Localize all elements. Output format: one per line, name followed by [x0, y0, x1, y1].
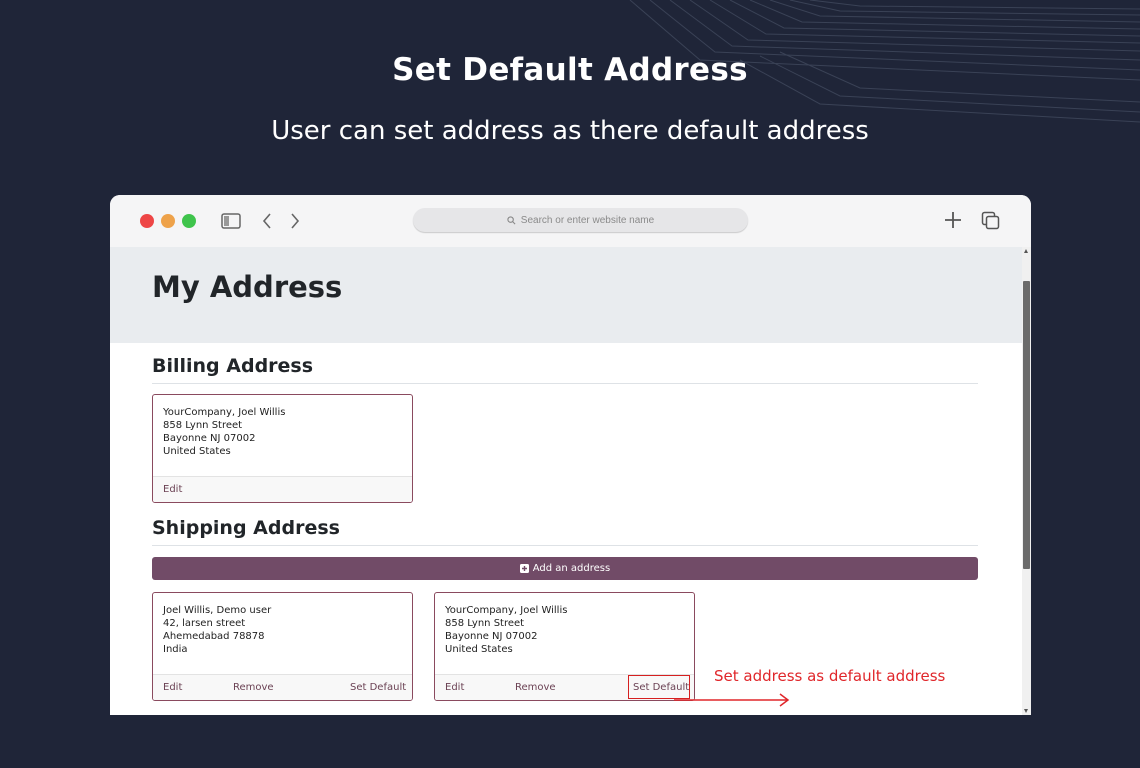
edit-link[interactable]: Edit — [163, 682, 182, 693]
scroll-down-arrow-icon[interactable] — [1024, 709, 1028, 713]
edit-link[interactable]: Edit — [445, 682, 464, 693]
vertical-scrollbar[interactable] — [1022, 247, 1031, 715]
address-line: Bayonne NJ 07002 — [163, 433, 256, 444]
scrollbar-thumb[interactable] — [1023, 281, 1030, 569]
maximize-window-button[interactable] — [182, 214, 196, 228]
card-footer: Edit — [153, 476, 412, 502]
add-address-label: Add an address — [532, 563, 611, 574]
plus-square-icon — [519, 564, 529, 573]
address-line: Joel Willis, Demo user — [163, 605, 272, 616]
sidebar-icon[interactable] — [221, 213, 241, 233]
address-lines: YourCompany, Joel Willis 858 Lynn Street… — [445, 604, 567, 656]
card-footer: Edit Remove Set Default — [153, 674, 412, 700]
search-icon — [507, 215, 516, 225]
remove-link[interactable]: Remove — [515, 682, 556, 693]
annotation-arrow-icon — [674, 693, 790, 707]
shipping-divider — [152, 545, 978, 546]
address-line: Bayonne NJ 07002 — [445, 631, 538, 642]
new-tab-plus-icon[interactable] — [944, 211, 962, 233]
forward-chevron-icon[interactable] — [289, 212, 301, 234]
billing-heading: Billing Address — [152, 355, 314, 377]
address-lines: Joel Willis, Demo user 42, larsen street… — [163, 604, 271, 656]
remove-link[interactable]: Remove — [233, 682, 274, 693]
tabs-overview-icon[interactable] — [981, 211, 1000, 234]
url-search-placeholder: Search or enter website name — [520, 214, 655, 226]
shipping-heading: Shipping Address — [152, 517, 340, 539]
address-line: India — [163, 644, 188, 655]
browser-window: Search or enter website name My Address … — [110, 195, 1031, 715]
annotation-text: Set address as default address — [714, 667, 946, 685]
address-line: 42, larsen street — [163, 618, 246, 629]
address-line: Ahemedabad 78878 — [163, 631, 265, 642]
hero-title: Set Default Address — [392, 52, 748, 88]
address-line: 858 Lynn Street — [445, 618, 525, 629]
billing-address-card: YourCompany, Joel Willis 858 Lynn Street… — [152, 394, 413, 503]
billing-divider — [152, 383, 978, 384]
shipping-address-card: Joel Willis, Demo user 42, larsen street… — [152, 592, 413, 701]
browser-toolbar: Search or enter website name — [110, 195, 1031, 247]
url-search-bar[interactable]: Search or enter website name — [413, 208, 748, 232]
add-address-button[interactable]: Add an address — [152, 557, 978, 580]
scroll-up-arrow-icon[interactable] — [1024, 249, 1028, 253]
address-line: United States — [445, 644, 513, 655]
edit-link[interactable]: Edit — [163, 484, 182, 495]
close-window-button[interactable] — [140, 214, 154, 228]
address-line: YourCompany, Joel Willis — [163, 407, 286, 418]
address-line: 858 Lynn Street — [163, 420, 243, 431]
address-line: YourCompany, Joel Willis — [445, 605, 568, 616]
set-default-link[interactable]: Set Default — [350, 682, 406, 693]
minimize-window-button[interactable] — [161, 214, 175, 228]
address-line: United States — [163, 446, 231, 457]
hero-subtitle: User can set address as there default ad… — [271, 116, 869, 146]
back-chevron-icon[interactable] — [261, 212, 273, 234]
page-title: My Address — [152, 270, 343, 304]
address-lines: YourCompany, Joel Willis 858 Lynn Street… — [163, 406, 285, 458]
